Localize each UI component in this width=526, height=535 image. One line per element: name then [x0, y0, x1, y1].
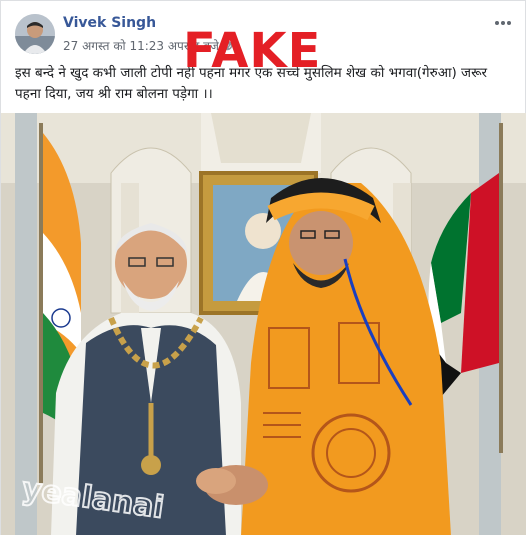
fake-stamp: FAKE	[183, 23, 322, 79]
author-name-link[interactable]: Vivek Singh	[63, 15, 156, 31]
author-avatar[interactable]	[15, 14, 55, 54]
more-options-icon[interactable]	[491, 13, 515, 33]
post-photo-illustration: yealanai	[1, 113, 526, 535]
avatar-image	[15, 14, 55, 54]
post-photo[interactable]: yealanai	[1, 113, 526, 535]
facebook-post-card: Vivek Singh 27 अगस्त को 11:23 अपराह्न बज…	[0, 0, 526, 535]
